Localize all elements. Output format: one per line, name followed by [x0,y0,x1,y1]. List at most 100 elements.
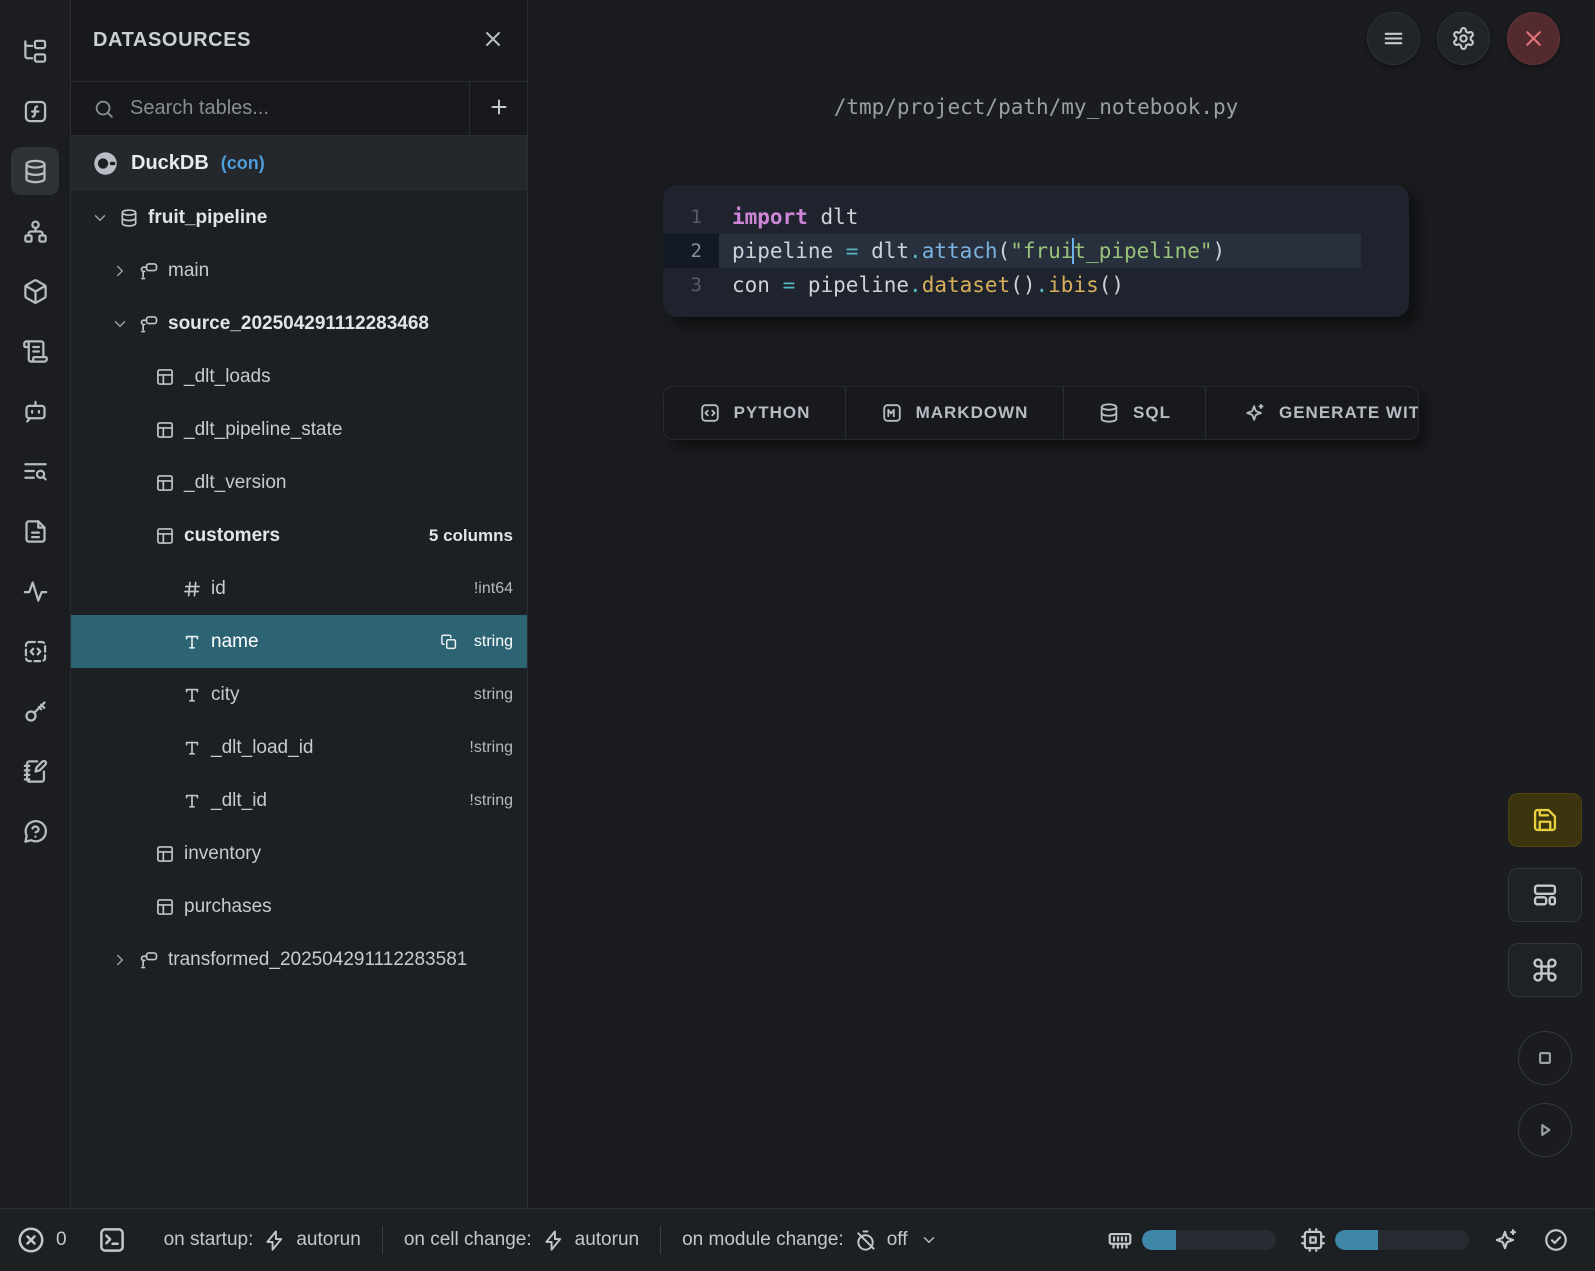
chevron-right-icon[interactable] [110,951,130,969]
datasources-panel: DATASOURCES DuckDB (con) fruit_pipelinem… [71,0,528,1208]
settings-button[interactable] [1437,12,1490,65]
rail-item-scratchpad[interactable] [11,747,59,795]
tree-row-_dlt_version[interactable]: _dlt_version [71,456,527,509]
on-cell-change-setting[interactable]: on cell change: autorun [383,1229,660,1252]
connection-status-button[interactable] [1543,1227,1569,1253]
rail-item-ai-chat[interactable] [11,387,59,435]
terminal-button[interactable] [97,1225,127,1255]
code-text: pipeline = dlt.attach("fruit_pipeline") [719,234,1361,268]
tree-right-label: !string [469,792,513,810]
rail-item-documentation[interactable] [11,327,59,375]
table-icon [155,897,175,917]
search-tables-input[interactable] [130,97,447,120]
on-startup-setting[interactable]: on startup:autorun [143,1229,382,1252]
run-button[interactable] [1518,1103,1572,1157]
chevron-right-icon[interactable] [110,262,130,280]
rail-item-packages[interactable] [11,267,59,315]
tree-label: inventory [184,843,261,865]
tree-row-_dlt_id[interactable]: _dlt_id!string [71,774,527,827]
layout-button[interactable] [1508,868,1582,922]
search-box [71,82,469,135]
type-t-icon [182,685,202,705]
setting-label: on module change: [682,1229,844,1251]
menu-button[interactable] [1367,12,1420,65]
on-module-change-setting[interactable]: on module change:off [661,1229,958,1252]
close-icon [481,27,505,54]
setting-value: autorun [575,1229,639,1251]
save-button[interactable] [1508,793,1582,847]
activity-icon [22,578,49,605]
tree-row-customers[interactable]: customers5 columns [71,509,527,562]
error-count[interactable]: 0 [16,1225,67,1255]
add-markdown-cell-button[interactable]: MARKDOWN [846,387,1064,439]
command-palette-button[interactable] [1508,943,1582,997]
tree-row-transformed_202504291112283581[interactable]: transformed_202504291112283581 [71,933,527,986]
tree-label: _dlt_loads [184,366,271,388]
rail-item-file-tree[interactable] [11,27,59,75]
stop-icon [1532,1045,1558,1071]
stop-button[interactable] [1518,1031,1572,1085]
add-python-cell-button[interactable]: PYTHON [664,387,846,439]
tree-row-name[interactable]: namestring [71,615,527,668]
rail-item-snippets[interactable] [11,507,59,555]
tree-label: transformed_202504291112283581 [168,949,467,971]
tree-row-purchases[interactable]: purchases [71,880,527,933]
duckdb-logo-icon [92,150,119,177]
tree-label: fruit_pipeline [148,207,267,229]
code-text: import dlt [719,200,1361,234]
tree-row-city[interactable]: citystring [71,668,527,721]
rail-item-secrets[interactable] [11,687,59,735]
add-datasource-button[interactable] [469,82,527,135]
rail-item-code-snippets[interactable] [11,627,59,675]
table-icon [155,473,175,493]
tree-row-_dlt_pipeline_state[interactable]: _dlt_pipeline_state [71,403,527,456]
rail-item-help[interactable] [11,807,59,855]
notebook-area: /tmp/project/path/my_notebook.py 1import… [528,0,1595,1208]
tree-row-source_202504291112283468[interactable]: source_202504291112283468 [71,297,527,350]
file-text-icon [22,518,49,545]
setting-label: on cell change: [404,1229,532,1251]
tree-row-_dlt_load_id[interactable]: _dlt_load_id!string [71,721,527,774]
status-bar: 0 on startup:autorun on cell change: autoru… [0,1208,1595,1271]
add-sql-cell-button[interactable]: SQL [1064,387,1206,439]
tree-icon [22,38,49,65]
save-icon [1531,806,1559,834]
tree-row-main[interactable]: main [71,244,527,297]
connection-row[interactable]: DuckDB (con) [71,136,527,191]
panel-close-button[interactable] [481,27,505,54]
scroll-icon [22,338,49,365]
copy-icon[interactable] [440,633,458,651]
rail-item-functions[interactable] [11,87,59,135]
type-t-icon [182,791,202,811]
tree-label: name [211,631,259,653]
rail-item-datasources[interactable] [11,147,59,195]
type-t-icon [182,632,202,652]
tree-right-label: 5 columns [429,526,513,546]
code-cell[interactable]: 1import dlt2pipeline = dlt.attach("fruit… [663,185,1409,317]
status-left: 0 on startup:autorun on cell change: autoru… [14,1225,959,1255]
bot-icon [22,398,49,425]
code-line-1: 1import dlt [663,200,1409,234]
chevron-down-icon[interactable] [110,315,130,333]
schema-icon [139,314,159,334]
command-icon [1531,956,1559,984]
rail-item-tracing[interactable] [11,567,59,615]
chevron-down-icon [920,1231,938,1249]
sparkles-icon [1244,402,1266,424]
box-icon [22,278,49,305]
chevron-down-icon[interactable] [90,209,110,227]
menu-icon [1381,26,1406,51]
tree-row-id[interactable]: id!int64 [71,562,527,615]
cell-button-label: GENERATE WIT [1279,403,1418,423]
tree-row-_dlt_loads[interactable]: _dlt_loads [71,350,527,403]
terminal-icon [97,1225,127,1255]
rail-item-logs[interactable] [11,447,59,495]
tree-row-fruit_pipeline[interactable]: fruit_pipeline [71,191,527,244]
tree-row-inventory[interactable]: inventory [71,827,527,880]
rail-item-dependencies[interactable] [11,207,59,255]
schema-tree: fruit_pipelinemainsource_202504291112283… [71,191,527,1208]
generate-with-ai-button[interactable]: GENERATE WIT [1206,387,1418,439]
check-circle-icon [1543,1227,1569,1253]
ai-assistant-button[interactable] [1493,1227,1519,1253]
close-button[interactable] [1507,12,1560,65]
